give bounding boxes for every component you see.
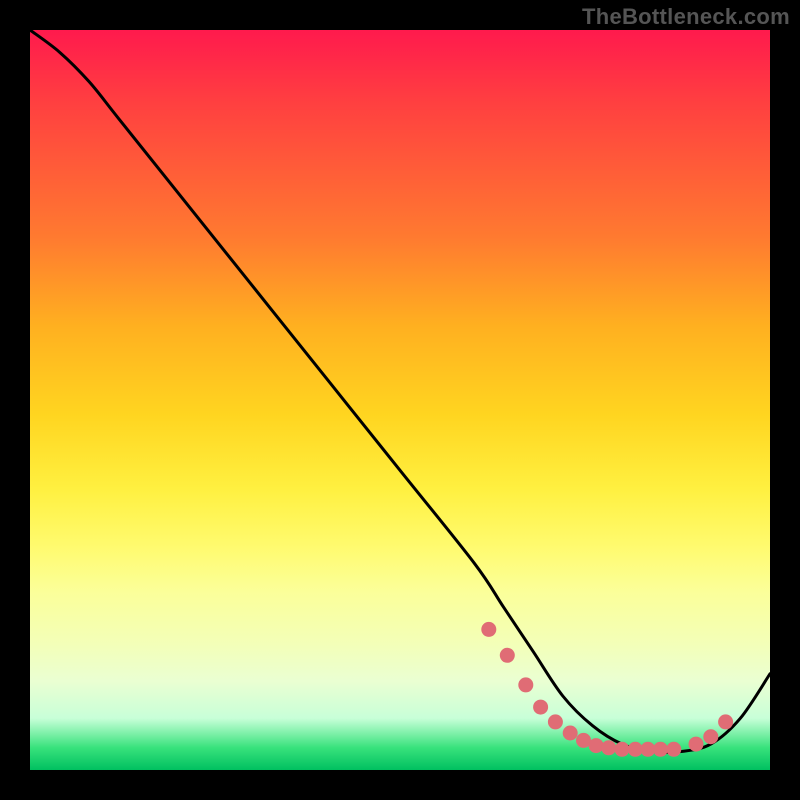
marker-dot	[563, 726, 578, 741]
marker-dot	[615, 742, 630, 757]
chart-svg	[30, 30, 770, 770]
marker-dot	[500, 648, 515, 663]
chart-container: TheBottleneck.com	[0, 0, 800, 800]
plot-area	[30, 30, 770, 770]
marker-dot	[548, 714, 563, 729]
marker-dot	[718, 714, 733, 729]
curve-line	[30, 30, 770, 752]
marker-dot	[589, 738, 604, 753]
marker-dot	[533, 700, 548, 715]
watermark-text: TheBottleneck.com	[582, 4, 790, 30]
marker-dot	[666, 742, 681, 757]
marker-dot	[703, 729, 718, 744]
marker-dot	[518, 677, 533, 692]
marker-dot	[481, 622, 496, 637]
marker-dot	[689, 737, 704, 752]
marker-dot	[601, 740, 616, 755]
marker-dot	[653, 742, 668, 757]
